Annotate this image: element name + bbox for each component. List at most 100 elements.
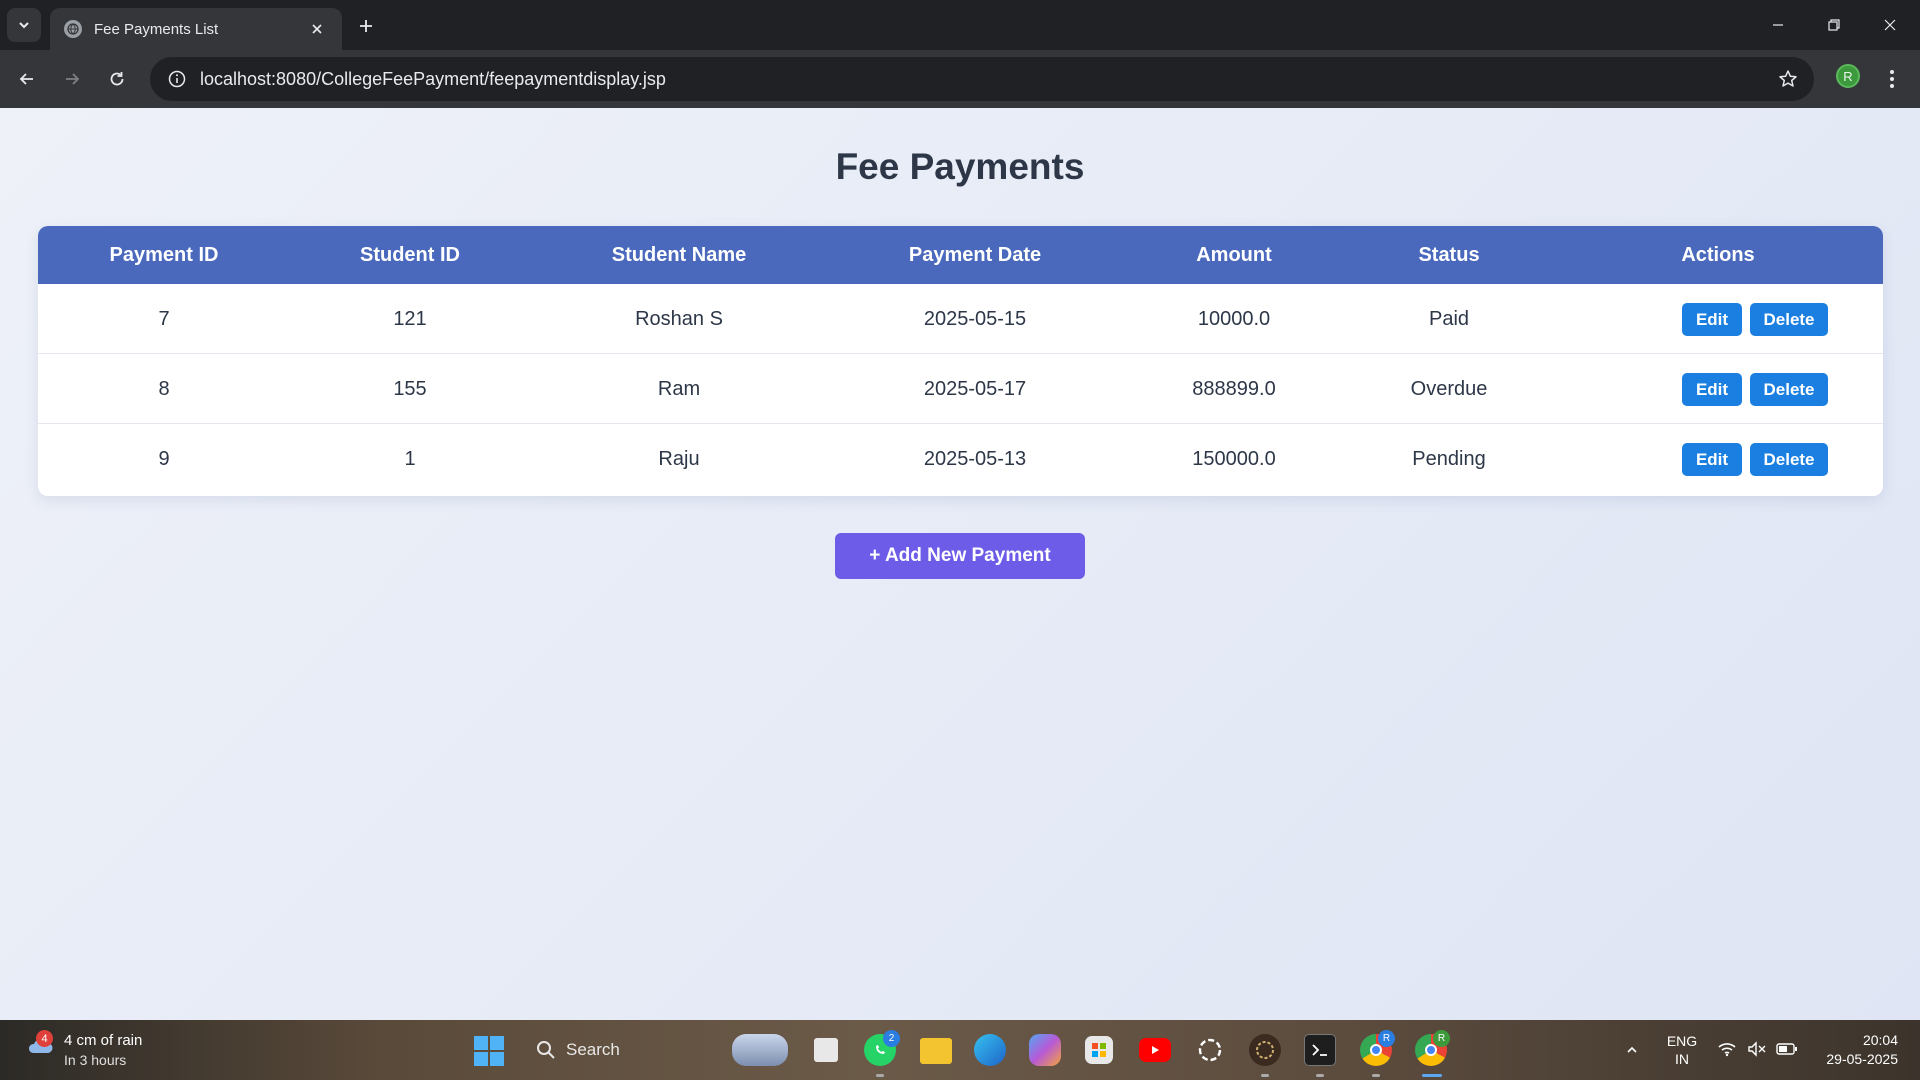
search-icon — [537, 1041, 555, 1059]
column-header-payment-id: Payment ID — [109, 244, 219, 266]
close-icon — [312, 24, 322, 34]
search-label: Search — [566, 1040, 620, 1059]
cell-amount: 150000.0 — [1192, 448, 1276, 470]
reload-icon — [110, 72, 124, 86]
start-button[interactable] — [474, 1036, 504, 1066]
page-content: Fee Payments Payment ID Student ID Stude… — [0, 108, 1920, 1020]
cell-student-name: Raju — [658, 448, 700, 470]
column-header-amount: Amount — [1196, 244, 1272, 266]
cell-student-id: 155 — [393, 378, 427, 400]
weather-forecast: 4 cm of rain — [64, 1032, 143, 1049]
cell-payment-date: 2025-05-13 — [923, 448, 1027, 470]
profile-avatar[interactable]: R — [1836, 64, 1860, 88]
system-clock[interactable]: 20:04 29-05-2025 — [1806, 1031, 1898, 1069]
windows-logo-icon — [474, 1036, 488, 1050]
language-indicator[interactable]: ENG IN — [1660, 1032, 1704, 1068]
close-icon — [1884, 19, 1896, 31]
cell-student-id: 1 — [404, 448, 416, 470]
clock-time: 20:04 — [1862, 1032, 1898, 1048]
url-text[interactable]: localhost:8080/CollegeFeePayment/feepaym… — [200, 69, 1814, 90]
browser-tab-bar: Fee Payments List — [0, 0, 1920, 50]
running-indicator — [1316, 1074, 1324, 1077]
cell-payment-id: 7 — [158, 308, 170, 330]
chrome-center-icon — [1370, 1044, 1382, 1056]
edge-icon[interactable] — [974, 1034, 1006, 1066]
chrome-center-icon — [1425, 1044, 1437, 1056]
active-indicator — [1422, 1074, 1442, 1077]
delete-button[interactable]: Delete — [1750, 373, 1828, 406]
more-menu-icon[interactable] — [1880, 64, 1904, 94]
plus-icon — [360, 20, 372, 32]
delete-button[interactable]: Delete — [1750, 443, 1828, 476]
chevron-down-icon — [19, 22, 29, 29]
column-header-payment-date: Payment Date — [908, 244, 1042, 266]
app-gear-icon[interactable] — [1249, 1034, 1281, 1066]
column-header-student-name: Student Name — [611, 244, 747, 266]
chatgpt-icon[interactable] — [1194, 1034, 1226, 1066]
address-bar[interactable]: localhost:8080/CollegeFeePayment/feepaym… — [150, 57, 1814, 101]
weather-widget[interactable]: 4 4 cm of rain In 3 hours — [22, 1028, 172, 1072]
restore-icon — [1828, 19, 1840, 31]
terminal-icon[interactable] — [1304, 1034, 1336, 1066]
new-tab-button[interactable] — [352, 12, 380, 40]
forward-button[interactable] — [55, 62, 89, 96]
browser-toolbar: localhost:8080/CollegeFeePayment/feepaym… — [0, 50, 1920, 108]
column-header-student-id: Student ID — [360, 244, 460, 266]
youtube-icon[interactable] — [1139, 1038, 1171, 1062]
add-new-payment-button[interactable]: + Add New Payment — [835, 533, 1085, 579]
battery-icon[interactable] — [1776, 1038, 1798, 1060]
edit-button[interactable]: Edit — [1682, 373, 1742, 406]
edit-button[interactable]: Edit — [1682, 303, 1742, 336]
region-code: IN — [1675, 1051, 1689, 1067]
running-indicator — [876, 1074, 884, 1077]
task-view-icon[interactable] — [814, 1038, 838, 1062]
bookmark-star-icon[interactable] — [1776, 67, 1800, 91]
arrow-right-icon — [66, 73, 80, 85]
table-row: 8 155 Ram 2025-05-17 888899.0 Overdue Ed… — [38, 354, 1883, 424]
minimize-button[interactable] — [1750, 0, 1806, 50]
cell-payment-id: 9 — [158, 448, 170, 470]
table-row: 9 1 Raju 2025-05-13 150000.0 Pending Edi… — [38, 424, 1883, 494]
cell-status: Paid — [1428, 308, 1470, 330]
tab-search-button[interactable] — [7, 8, 41, 42]
browser-tab[interactable]: Fee Payments List — [50, 8, 342, 50]
cell-payment-id: 8 — [158, 378, 170, 400]
chevron-up-icon — [1627, 1046, 1637, 1053]
wifi-icon[interactable] — [1716, 1038, 1738, 1060]
language-code: ENG — [1666, 1033, 1698, 1049]
mountain-widget-icon[interactable] — [732, 1034, 788, 1066]
cell-student-name: Ram — [657, 378, 701, 400]
column-header-actions: Actions — [1681, 244, 1755, 266]
microsoft-store-icon[interactable] — [1085, 1036, 1113, 1064]
cell-payment-date: 2025-05-15 — [923, 308, 1027, 330]
taskbar: 4 4 cm of rain In 3 hours Search 2 R R E… — [0, 1020, 1920, 1080]
back-button[interactable] — [10, 62, 44, 96]
file-explorer-icon[interactable] — [920, 1038, 952, 1064]
delete-button[interactable]: Delete — [1750, 303, 1828, 336]
close-window-button[interactable] — [1862, 0, 1918, 50]
weather-badge: 4 — [36, 1030, 53, 1047]
taskbar-search[interactable]: Search — [532, 1032, 712, 1068]
cell-amount: 888899.0 — [1192, 378, 1276, 400]
volume-muted-icon[interactable] — [1746, 1038, 1768, 1060]
cell-student-id: 121 — [393, 308, 427, 330]
chrome-profile-badge: R — [1378, 1030, 1395, 1047]
restore-button[interactable] — [1806, 0, 1862, 50]
cell-amount: 10000.0 — [1197, 308, 1271, 330]
payments-table: Payment ID Student ID Student Name Payme… — [38, 226, 1883, 496]
globe-icon — [64, 20, 82, 38]
running-indicator — [1261, 1074, 1269, 1077]
info-icon[interactable] — [164, 66, 190, 92]
copilot-icon[interactable] — [1029, 1034, 1061, 1066]
cell-student-name: Roshan S — [635, 308, 723, 330]
row-actions: Edit Delete — [1682, 303, 1828, 336]
running-indicator — [1372, 1074, 1380, 1077]
show-hidden-icons-button[interactable] — [1620, 1038, 1644, 1062]
tab-close-button[interactable] — [306, 18, 328, 40]
clock-date: 29-05-2025 — [1826, 1051, 1898, 1067]
reload-button[interactable] — [100, 62, 134, 96]
edit-button[interactable]: Edit — [1682, 443, 1742, 476]
chrome-profile-badge: R — [1433, 1030, 1450, 1047]
row-actions: Edit Delete — [1682, 373, 1828, 406]
cell-status: Overdue — [1410, 378, 1488, 400]
